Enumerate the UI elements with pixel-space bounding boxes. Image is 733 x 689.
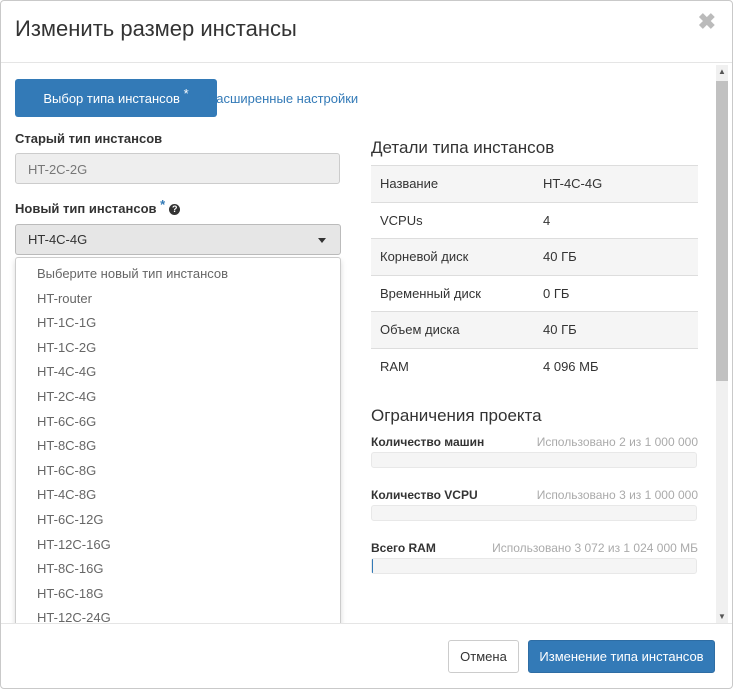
dropdown-option[interactable]: HT-4C-8G bbox=[16, 483, 340, 508]
new-flavor-select[interactable]: HT-4C-4G bbox=[15, 224, 341, 255]
dialog-header: Изменить размер инстансы ✖ bbox=[1, 1, 732, 63]
required-marker: * bbox=[183, 85, 189, 101]
dialog-body: Выбор типа инстансов * Расширенные настр… bbox=[1, 63, 732, 623]
scroll-down-icon[interactable]: ▼ bbox=[718, 612, 726, 621]
limit-progress-bar bbox=[371, 558, 697, 574]
details-row-value: 0 ГБ bbox=[543, 274, 698, 312]
caret-down-icon bbox=[318, 238, 326, 243]
old-flavor-field: HT-2C-2G bbox=[15, 153, 340, 184]
limit-progress-bar bbox=[371, 452, 697, 468]
dropdown-option[interactable]: HT-12C-16G bbox=[16, 533, 340, 558]
dropdown-option[interactable]: HT-8C-16G bbox=[16, 557, 340, 582]
dropdown-option[interactable]: HT-router bbox=[16, 287, 340, 312]
limit-usage-text: Использовано 2 из 1 000 000 bbox=[536, 435, 698, 449]
details-row-name: Объем диска bbox=[371, 311, 543, 348]
flavor-details-table: Название HT-4C-4G VCPUs 4 Корневой диск 40 ГБ… bbox=[371, 165, 698, 384]
new-flavor-label: Новый тип инстансов *? bbox=[15, 197, 181, 216]
details-row-value: HT-4C-4G bbox=[543, 165, 698, 202]
details-row: Объем диска 40 ГБ bbox=[371, 311, 698, 348]
flavor-dropdown-list: Выберите новый тип инстансов HT-router HT-… bbox=[15, 257, 341, 623]
flavor-details-title: Детали типа инстансов bbox=[371, 138, 555, 157]
dialog-title: Изменить размер инстансы bbox=[15, 16, 297, 41]
dropdown-option[interactable]: HT-2C-4G bbox=[16, 385, 340, 410]
dropdown-option[interactable]: HT-6C-8G bbox=[16, 459, 340, 484]
dialog-scrollbar[interactable]: ▲ ▼ bbox=[716, 65, 728, 623]
new-flavor-selected-value: HT-4C-4G bbox=[28, 232, 88, 247]
dropdown-option[interactable]: HT-12C-24G bbox=[16, 606, 340, 623]
limit-usage-text: Использовано 3 072 из 1 024 000 МБ bbox=[492, 541, 698, 555]
details-row: RAM 4 096 МБ bbox=[371, 347, 698, 384]
old-flavor-label-text: Старый тип инстансов bbox=[15, 131, 163, 146]
limit-progress-bar bbox=[371, 505, 697, 521]
details-row: VCPUs 4 bbox=[371, 201, 698, 239]
details-row-value: 4 bbox=[543, 201, 698, 239]
dropdown-option[interactable]: HT-6C-6G bbox=[16, 410, 340, 435]
details-row: Временный диск 0 ГБ bbox=[371, 274, 698, 312]
dropdown-option[interactable]: HT-8C-8G bbox=[16, 434, 340, 459]
project-limits-title: Ограничения проекта bbox=[371, 406, 542, 425]
dropdown-option[interactable]: HT-6C-18G bbox=[16, 582, 340, 607]
limit-usage-text: Использовано 3 из 1 000 000 bbox=[536, 488, 698, 502]
details-row-name: Название bbox=[371, 165, 543, 202]
details-row-name: RAM bbox=[371, 347, 543, 384]
tab-flavor-choice-label: Выбор типа инстансов bbox=[43, 90, 180, 106]
details-row-value: 40 ГБ bbox=[543, 311, 698, 348]
old-flavor-label: Старый тип инстансов bbox=[15, 131, 162, 146]
details-row-name: VCPUs bbox=[371, 201, 543, 239]
new-flavor-label-text: Новый тип инстансов bbox=[15, 201, 157, 216]
required-marker: * bbox=[160, 197, 166, 212]
limit-name: Количество VCPU bbox=[371, 488, 478, 502]
details-row-name: Корневой диск bbox=[371, 238, 543, 275]
details-row-name: Временный диск bbox=[371, 274, 543, 312]
cancel-button[interactable]: Отмена bbox=[448, 640, 519, 673]
dropdown-option[interactable]: HT-4C-4G bbox=[16, 360, 340, 385]
dialog-footer: Отмена Изменение типа инстансов bbox=[1, 623, 732, 688]
details-row: Корневой диск 40 ГБ bbox=[371, 238, 698, 275]
details-row: Название HT-4C-4G bbox=[371, 165, 698, 202]
help-icon[interactable]: ? bbox=[169, 204, 181, 216]
resize-instance-dialog: Изменить размер инстансы ✖ Выбор типа ин… bbox=[0, 0, 733, 689]
scroll-up-icon[interactable]: ▲ bbox=[718, 67, 726, 76]
details-row-value: 40 ГБ bbox=[543, 238, 698, 275]
dropdown-option[interactable]: HT-6C-12G bbox=[16, 508, 340, 533]
dropdown-option[interactable]: HT-1C-1G bbox=[16, 311, 340, 336]
tab-flavor-choice[interactable]: Выбор типа инстансов * bbox=[15, 79, 217, 117]
limit-progress-fill bbox=[372, 559, 373, 573]
details-row-value: 4 096 МБ bbox=[543, 347, 698, 384]
scrollbar-thumb[interactable] bbox=[716, 81, 728, 381]
limit-name: Всего RAM bbox=[371, 541, 436, 555]
dropdown-placeholder-option[interactable]: Выберите новый тип инстансов bbox=[16, 262, 340, 287]
resize-submit-button[interactable]: Изменение типа инстансов bbox=[528, 640, 715, 673]
limit-name: Количество машин bbox=[371, 435, 485, 449]
dropdown-option[interactable]: HT-1C-2G bbox=[16, 336, 340, 361]
tab-advanced-settings[interactable]: Расширенные настройки bbox=[208, 91, 358, 106]
close-icon[interactable]: ✖ bbox=[698, 9, 716, 35]
